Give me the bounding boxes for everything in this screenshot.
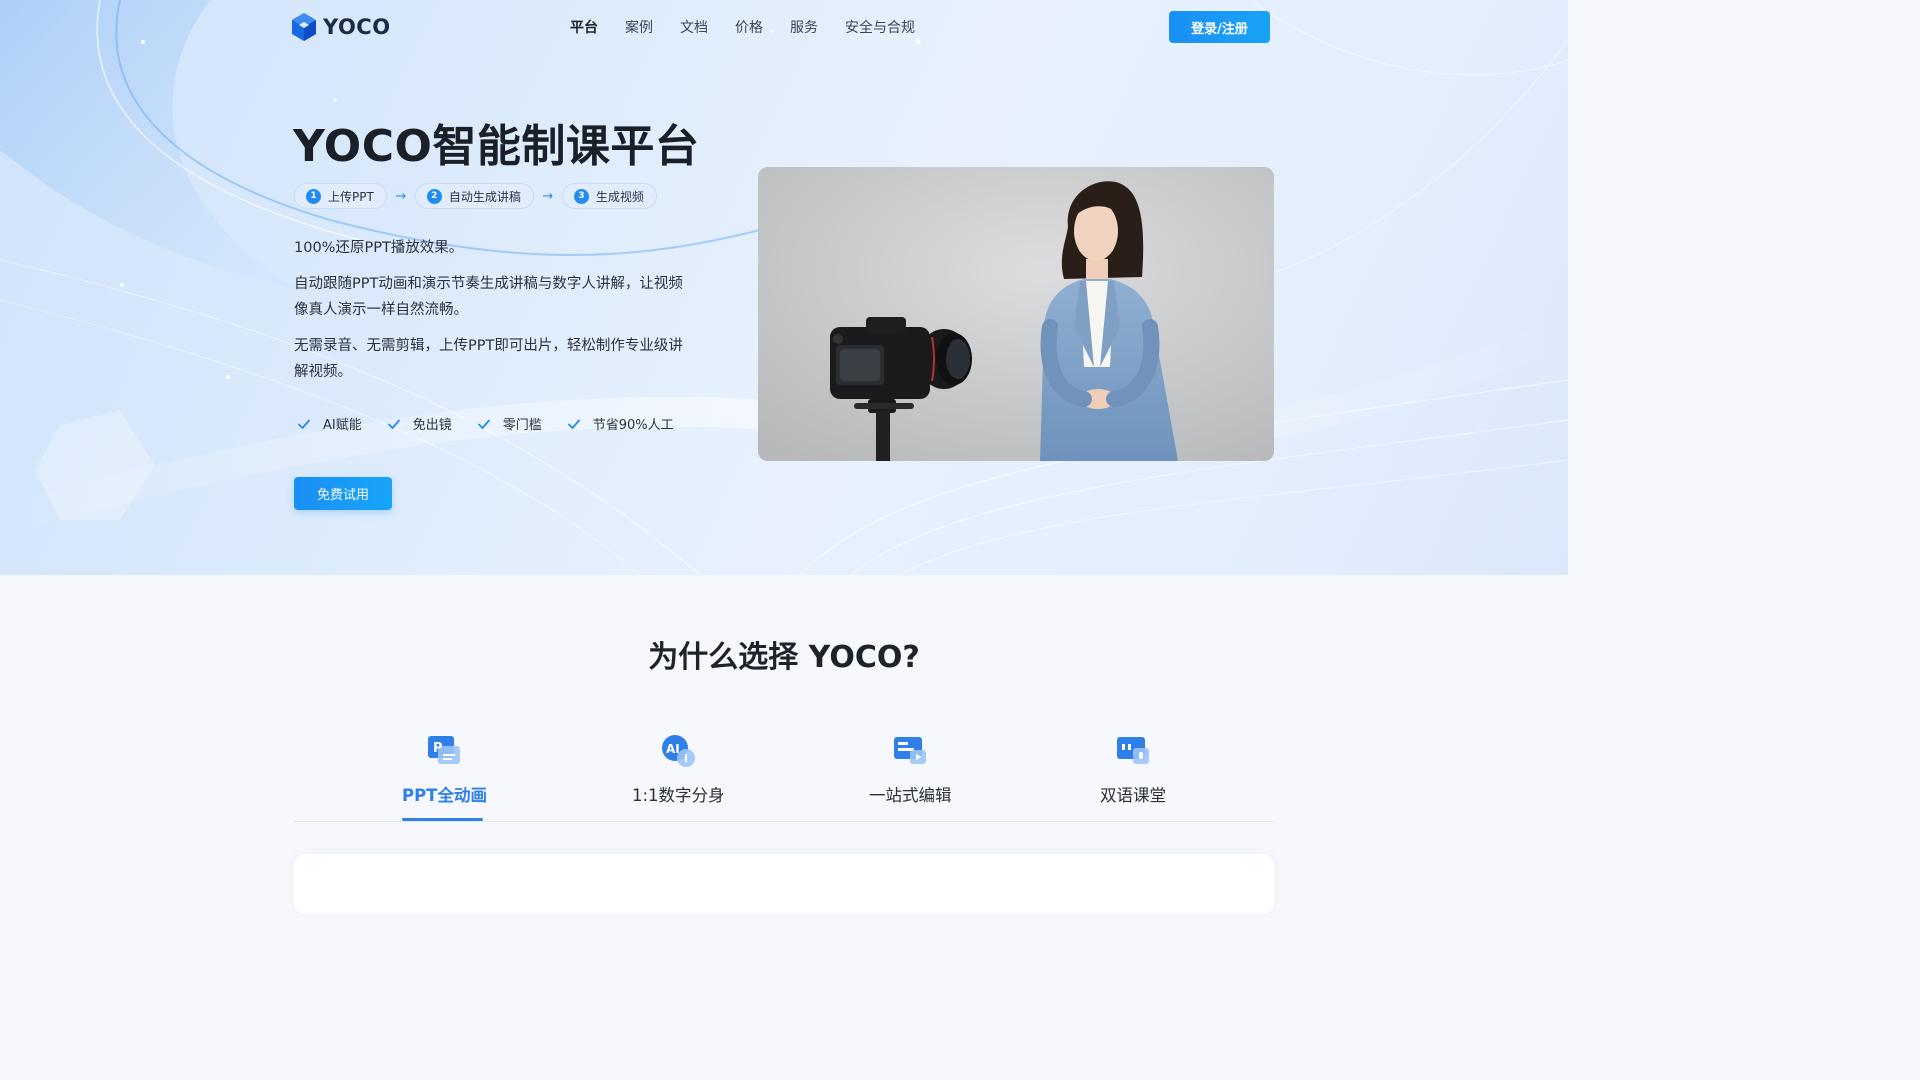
svg-text:AI: AI (666, 742, 680, 756)
step-generate-script: 2 自动生成讲稿 (414, 183, 534, 209)
nav-item-docs[interactable]: 文档 (680, 17, 708, 37)
feature-label: AI赋能 (323, 418, 362, 433)
check-icon (477, 419, 490, 429)
nav-item-security[interactable]: 安全与合规 (845, 17, 915, 37)
feature-item: 节省90%人工 (566, 414, 674, 433)
nav-item-cases[interactable]: 案例 (625, 17, 653, 37)
top-nav: YOCO 平台 案例 文档 价格 服务 安全与合规 登录/注册 (0, 0, 1568, 54)
step-number: 1 (306, 188, 321, 204)
tab-ppt-animation[interactable]: P PPT全动画 (402, 730, 487, 806)
svg-text:P: P (433, 741, 443, 756)
main-menu: 平台 案例 文档 价格 服务 安全与合规 (570, 17, 942, 37)
hero-description-2: 自动跟随PPT动画和演示节奏生成讲稿与数字人讲解，让视频像真人演示一样自然流畅。 (294, 276, 683, 318)
camera-and-presenter-image (758, 167, 1274, 461)
tab-label: 双语课堂 (1100, 786, 1166, 805)
ppt-animation-icon: P (428, 736, 461, 764)
hero-media-image (758, 167, 1274, 461)
feature-label: 节省90%人工 (592, 418, 674, 433)
hexagon-cube-icon (292, 13, 316, 41)
arrow-right-icon: → (395, 188, 407, 204)
feature-item: 免出镜 (386, 414, 452, 433)
feature-item: 零门槛 (476, 414, 542, 433)
bilingual-class-icon (1117, 737, 1149, 764)
step-upload-ppt: 1 上传PPT (294, 183, 387, 209)
feature-tabs: P PPT全动画 AI 1:1数字分身 一站式编辑 双语课堂 (294, 730, 1274, 822)
check-icon (387, 419, 400, 429)
feature-list: AI赋能 免出镜 零门槛 节省90%人工 (296, 414, 698, 433)
why-section-title: 为什么选择 YOCO? (648, 640, 920, 675)
feature-label: 零门槛 (502, 418, 542, 433)
feature-item: AI赋能 (296, 414, 362, 433)
check-icon (298, 419, 310, 429)
hero-description-3: 无需录音、无需剪辑，上传PPT即可出片，轻松制作专业级讲解视频。 (294, 338, 683, 380)
login-register-button[interactable]: 登录/注册 (1169, 11, 1270, 43)
step-number: 3 (573, 188, 589, 204)
ai-avatar-icon: AI (662, 735, 696, 767)
nav-item-platform[interactable]: 平台 (570, 17, 598, 37)
hero-section: YOCO 平台 案例 文档 价格 服务 安全与合规 登录/注册 YOCO智能制课… (0, 0, 1568, 575)
tab-label: 1:1数字分身 (632, 786, 725, 805)
brand-name: YOCO (323, 15, 391, 39)
hero-title: YOCO智能制课平台 (293, 121, 700, 172)
nav-item-service[interactable]: 服务 (790, 17, 818, 37)
step-label: 自动生成讲稿 (448, 189, 521, 204)
tab-label: 一站式编辑 (869, 786, 952, 805)
check-icon (567, 419, 580, 429)
tab-bilingual-class[interactable]: 双语课堂 (1100, 730, 1166, 806)
feature-detail-card (294, 854, 1274, 914)
tab-label: PPT全动画 (402, 786, 487, 805)
free-trial-button[interactable]: 免费试用 (294, 477, 392, 510)
editor-icon (894, 737, 927, 764)
brand-logo[interactable]: YOCO (291, 12, 391, 42)
process-steps: 1 上传PPT → 2 自动生成讲稿 → 3 生成视频 (294, 183, 657, 209)
step-number: 2 (426, 188, 442, 204)
feature-label: 免出镜 (412, 418, 452, 433)
step-generate-video: 3 生成视频 (561, 183, 657, 209)
active-tab-indicator (402, 818, 483, 821)
nav-item-pricing[interactable]: 价格 (735, 17, 763, 37)
hero-description-1: 100%还原PPT播放效果。 (294, 240, 464, 256)
tab-digital-avatar[interactable]: AI 1:1数字分身 (632, 730, 725, 806)
arrow-right-icon: → (542, 188, 554, 204)
step-label: 上传PPT (328, 189, 374, 204)
tab-one-stop-editor[interactable]: 一站式编辑 (869, 730, 952, 806)
step-label: 生成视频 (595, 189, 644, 204)
